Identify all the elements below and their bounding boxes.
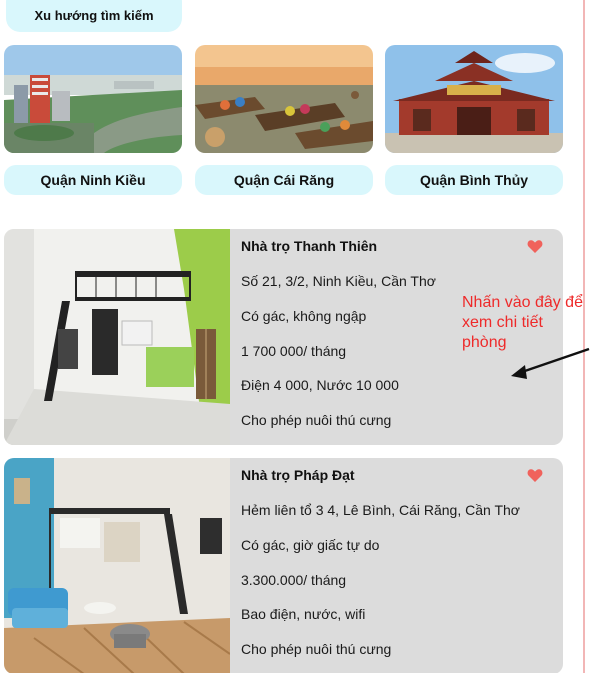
trend-search-label: Xu hướng tìm kiếm: [34, 8, 154, 23]
ninh-kieu-photo: [4, 45, 182, 153]
room-photo: [4, 458, 230, 673]
listing-address: Hẻm liên tổ 3 4, Lê Bình, Cái Răng, Cần …: [241, 502, 520, 518]
trend-search-chip[interactable]: Xu hướng tìm kiếm: [6, 0, 182, 32]
district-chip-cai-rang[interactable]: Quận Cái Răng: [195, 165, 373, 195]
hint-arrow-icon: [511, 347, 590, 379]
listing-title[interactable]: Nhà trọ Pháp Đạt: [241, 467, 355, 483]
listing-utilities: Điện 4 000, Nước 10 000: [241, 377, 399, 393]
listing-title[interactable]: Nhà trọ Thanh Thiên: [241, 238, 377, 254]
listing-features: Có gác, giờ giấc tự do: [241, 537, 380, 553]
listing-pets: Cho phép nuôi thú cưng: [241, 412, 392, 428]
favorite-heart-icon[interactable]: [527, 468, 543, 483]
listing-price: 3.300.000/ tháng: [241, 572, 347, 588]
district-label: Quận Bình Thủy: [419, 172, 529, 188]
listing-card-2[interactable]: Nhà trọ Pháp Đạt Hẻm liên tổ 3 4, Lê Bìn…: [4, 458, 563, 673]
binh-thuy-photo: [385, 45, 563, 153]
listing-price: 1 700 000/ tháng: [241, 343, 347, 359]
district-card-ninh-kieu[interactable]: Quận Ninh Kiều: [4, 45, 182, 195]
hint-annotation: Nhấn vào đây để xem chi tiết phòng: [462, 294, 583, 351]
listing-features: Có gác, không ngập: [241, 308, 367, 324]
cai-rang-photo: [195, 45, 373, 153]
room-photo: [4, 229, 230, 445]
district-card-cai-rang[interactable]: Quận Cái Răng: [195, 45, 373, 195]
listing-pets: Cho phép nuôi thú cưng: [241, 641, 392, 657]
listing-address: Số 21, 3/2, Ninh Kiều, Cần Thơ: [241, 273, 436, 289]
district-chip-binh-thuy[interactable]: Quận Bình Thủy: [385, 165, 563, 195]
listing-utilities: Bao điện, nước, wifi: [241, 606, 366, 622]
favorite-heart-icon[interactable]: [527, 239, 543, 254]
district-label: Quận Cái Răng: [233, 172, 335, 188]
district-card-binh-thuy[interactable]: Quận Bình Thủy: [385, 45, 563, 195]
district-chip-ninh-kieu[interactable]: Quận Ninh Kiều: [4, 165, 182, 195]
district-label: Quận Ninh Kiều: [40, 172, 146, 188]
